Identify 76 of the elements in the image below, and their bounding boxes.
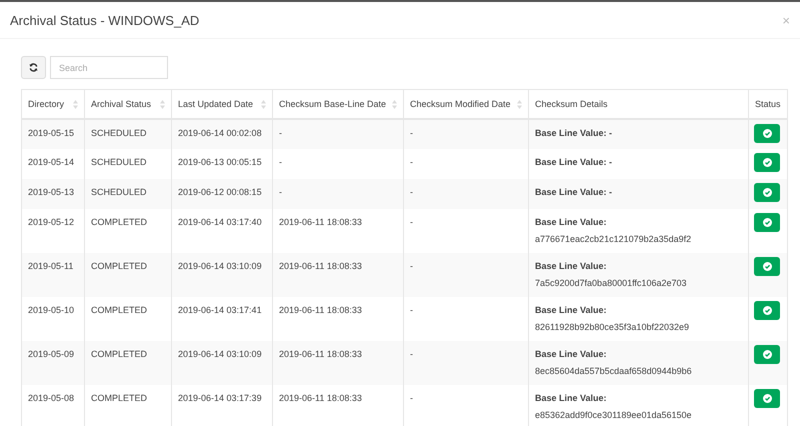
- table-cell: 2019-06-14 00:02:08: [178, 128, 262, 138]
- status-button[interactable]: [754, 124, 780, 143]
- status-button[interactable]: [754, 257, 780, 276]
- check-circle-icon: [762, 306, 772, 315]
- checksum-label: Base Line Value:: [535, 305, 608, 315]
- table-cell: COMPLETED: [91, 349, 148, 359]
- table-cell: 2019-05-14: [28, 157, 74, 167]
- check-circle-icon: [762, 350, 772, 359]
- check-circle-icon: [762, 129, 772, 138]
- column-header: Status: [755, 99, 781, 109]
- checksum-value: a776671eac2cb21c121079b2a35da9f2: [535, 234, 692, 244]
- table-cell: -: [279, 187, 282, 197]
- table-cell: -: [279, 128, 282, 138]
- table-cell: -: [410, 187, 413, 197]
- table-cell: -: [410, 217, 413, 227]
- refresh-icon: [29, 63, 38, 72]
- table-cell: 2019-06-14 03:17:41: [178, 305, 262, 315]
- table-cell: 2019-05-12: [28, 217, 74, 227]
- checksum-label: Base Line Value:: [535, 393, 608, 403]
- table-cell: 2019-05-11: [28, 261, 74, 271]
- table-cell: 2019-05-10: [28, 305, 74, 315]
- window-title: Archival Status - WINDOWS_AD: [10, 12, 200, 28]
- table-cell: 2019-06-11 18:08:33: [279, 393, 362, 403]
- table-cell: 2019-06-14 03:10:09: [178, 261, 262, 271]
- table-cell: -: [410, 128, 413, 138]
- check-circle-icon: [762, 158, 772, 167]
- table-cell: SCHEDULED: [91, 187, 147, 197]
- table-cell: SCHEDULED: [91, 157, 147, 167]
- table-cell: COMPLETED: [91, 261, 148, 271]
- check-circle-icon: [762, 262, 772, 271]
- check-circle-icon: [762, 394, 772, 403]
- table-cell: 2019-05-09: [28, 349, 74, 359]
- table-cell: COMPLETED: [91, 393, 148, 403]
- table-cell: 2019-06-11 18:08:33: [279, 261, 362, 271]
- table-cell: -: [410, 305, 413, 315]
- status-button[interactable]: [754, 389, 780, 408]
- table-cell: COMPLETED: [91, 217, 148, 227]
- checksum-details: Base Line Value: -: [535, 128, 612, 138]
- table-cell: COMPLETED: [91, 305, 148, 315]
- table-cell: SCHEDULED: [91, 128, 147, 138]
- table-cell: 2019-06-11 18:08:33: [279, 349, 362, 359]
- table-cell: -: [410, 393, 413, 403]
- refresh-button[interactable]: [21, 56, 46, 79]
- table-cell: 2019-05-15: [28, 128, 74, 138]
- table-cell: -: [410, 349, 413, 359]
- status-button[interactable]: [754, 213, 780, 232]
- table-cell: 2019-06-12 00:08:15: [178, 187, 262, 197]
- checksum-details: Base Line Value: -: [535, 187, 612, 197]
- checksum-value: 8ec85604da557b5cdaaf658d0944b9b6: [535, 366, 693, 376]
- table-cell: 2019-06-14 03:10:09: [178, 349, 262, 359]
- checksum-details: Base Line Value: -: [535, 157, 612, 167]
- checksum-label: Base Line Value:: [535, 349, 608, 359]
- check-circle-icon: [762, 218, 772, 227]
- status-button[interactable]: [754, 153, 780, 172]
- status-button[interactable]: [754, 183, 780, 202]
- status-button[interactable]: [754, 301, 780, 320]
- checksum-label: Base Line Value:: [535, 217, 608, 227]
- table-cell: 2019-05-13: [28, 187, 74, 197]
- checksum-value: 7a5c9200d7fa0ba80001ffc106a2e703: [535, 278, 688, 288]
- column-header[interactable]: Directory: [28, 99, 64, 109]
- table-cell: 2019-06-14 03:17:40: [178, 217, 262, 227]
- search-field[interactable]: Search: [50, 56, 168, 79]
- checksum-value: e85362add9f0ce301189ee01da56150e: [535, 410, 692, 420]
- status-button[interactable]: [754, 345, 780, 364]
- table-cell: -: [279, 157, 282, 167]
- table-cell: 2019-06-14 03:17:39: [178, 393, 262, 403]
- table-cell: -: [410, 157, 413, 167]
- table-cell: -: [410, 261, 413, 271]
- table-cell: 2019-06-13 00:05:15: [178, 157, 262, 167]
- check-circle-icon: [762, 188, 772, 197]
- checksum-value: 82611928b92b80ce35f3a10bf22032e9: [535, 322, 690, 332]
- column-header: Checksum Details: [535, 99, 608, 109]
- table-cell: 2019-06-11 18:08:33: [279, 217, 362, 227]
- checksum-label: Base Line Value:: [535, 261, 608, 271]
- table-cell: 2019-06-11 18:08:33: [279, 305, 362, 315]
- table-cell: 2019-05-08: [28, 393, 74, 403]
